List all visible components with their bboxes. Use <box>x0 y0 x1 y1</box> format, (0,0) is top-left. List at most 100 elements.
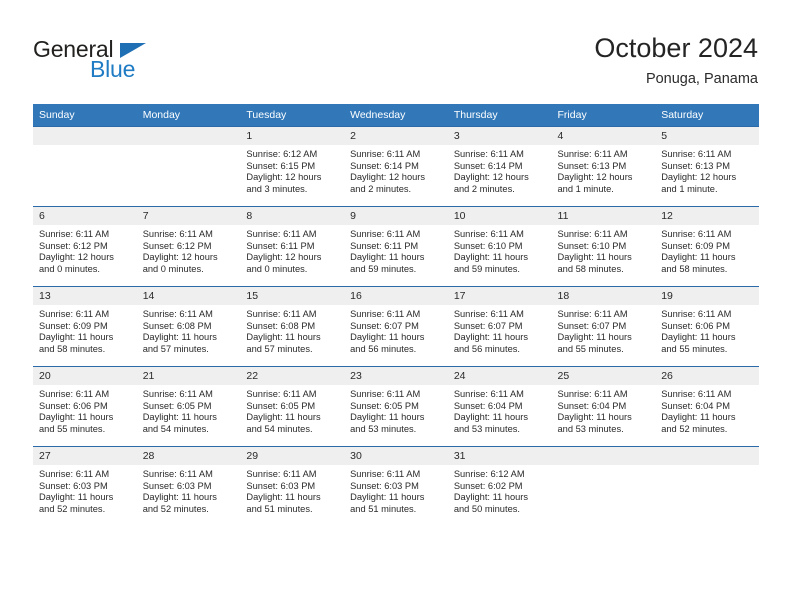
sunset-time: Sunset: 6:05 PM <box>246 400 316 411</box>
title-block: October 2024 Ponuga, Panama <box>594 32 758 88</box>
sunrise-time: Sunrise: 6:11 AM <box>39 309 110 319</box>
calendar-day-cell[interactable]: 16 Sunrise: 6:11 AM Sunset: 6:07 PM Dayligh… <box>344 286 448 367</box>
daylight-duration-line1: Daylight: 11 hours <box>39 332 114 343</box>
day-details: Sunrise: 6:11 AM Sunset: 6:14 PM Daylight:… <box>344 145 448 195</box>
calendar-day-cell[interactable]: 29 Sunrise: 6:11 AM Sunset: 6:03 PM Dayligh… <box>240 446 345 526</box>
weekday-header-tuesday: Tuesday <box>240 104 345 127</box>
calendar-week-row: 27 Sunrise: 6:11 AM Sunset: 6:03 PM Dayligh… <box>33 446 759 526</box>
daylight-duration-line2: and 58 minutes. <box>39 343 106 354</box>
day-number: 14 <box>136 287 241 305</box>
day-details: Sunrise: 6:11 AM Sunset: 6:08 PM Daylight:… <box>240 305 344 355</box>
calendar-day-cell[interactable]: 7 Sunrise: 6:11 AM Sunset: 6:12 PM Daylight… <box>136 206 241 287</box>
sunset-time: Sunset: 6:14 PM <box>350 160 419 171</box>
calendar-day-cell[interactable]: 10 Sunrise: 6:11 AM Sunset: 6:10 PM Dayligh… <box>447 206 552 287</box>
calendar-day-cell[interactable]: 21 Sunrise: 6:11 AM Sunset: 6:05 PM Dayligh… <box>136 366 241 447</box>
sunset-time: Sunset: 6:06 PM <box>39 400 108 411</box>
calendar-day-cell[interactable]: 3 Sunrise: 6:11 AM Sunset: 6:14 PM Daylight… <box>447 126 552 207</box>
daylight-duration-line2: and 56 minutes. <box>350 343 417 354</box>
day-details: Sunrise: 6:11 AM Sunset: 6:09 PM Daylight:… <box>33 305 137 355</box>
day-details: Sunrise: 6:11 AM Sunset: 6:03 PM Daylight:… <box>344 465 448 515</box>
daylight-duration-line1: Daylight: 12 hours <box>557 172 633 183</box>
daylight-duration-line2: and 0 minutes. <box>142 263 204 274</box>
day-number: 17 <box>447 287 552 305</box>
calendar-day-cell[interactable]: 14 Sunrise: 6:11 AM Sunset: 6:08 PM Dayligh… <box>136 286 241 367</box>
daylight-duration-line1: Daylight: 12 hours <box>246 172 322 183</box>
daylight-duration-line1: Daylight: 11 hours <box>661 332 736 343</box>
calendar-day-cell[interactable]: 19 Sunrise: 6:11 AM Sunset: 6:06 PM Dayligh… <box>655 286 759 367</box>
daylight-duration-line1: Daylight: 11 hours <box>142 412 217 423</box>
daylight-duration-line1: Daylight: 12 hours <box>246 252 322 263</box>
calendar-day-cell[interactable]: 11 Sunrise: 6:11 AM Sunset: 6:10 PM Dayligh… <box>551 206 656 287</box>
sunset-time: Sunset: 6:13 PM <box>661 160 730 171</box>
calendar-day-cell[interactable]: 24 Sunrise: 6:11 AM Sunset: 6:04 PM Dayligh… <box>447 366 552 447</box>
calendar-day-cell[interactable]: 8 Sunrise: 6:11 AM Sunset: 6:11 PM Daylight… <box>240 206 345 287</box>
day-details: Sunrise: 6:11 AM Sunset: 6:03 PM Daylight:… <box>240 465 344 515</box>
sunset-time: Sunset: 6:13 PM <box>557 160 627 171</box>
location-subtitle: Ponuga, Panama <box>645 71 758 87</box>
daylight-duration-line1: Daylight: 11 hours <box>142 492 217 503</box>
calendar-day-cell[interactable]: 27 Sunrise: 6:11 AM Sunset: 6:03 PM Dayligh… <box>33 446 137 526</box>
calendar-day-cell[interactable]: 20 Sunrise: 6:11 AM Sunset: 6:06 PM Dayligh… <box>33 366 137 447</box>
day-number: 25 <box>551 367 656 385</box>
day-details: Sunrise: 6:12 AM Sunset: 6:15 PM Daylight:… <box>240 145 344 195</box>
sunset-time: Sunset: 6:12 PM <box>39 240 108 251</box>
general-blue-logo[interactable]: General Blue <box>33 36 263 88</box>
calendar-day-cell[interactable]: 18 Sunrise: 6:11 AM Sunset: 6:07 PM Dayligh… <box>551 286 656 367</box>
daylight-duration-line2: and 58 minutes. <box>557 263 624 274</box>
calendar-day-cell[interactable]: 12 Sunrise: 6:11 AM Sunset: 6:09 PM Dayligh… <box>655 206 759 287</box>
daylight-duration-line2: and 52 minutes. <box>661 423 728 434</box>
day-number: 13 <box>33 287 137 305</box>
daylight-duration-line2: and 53 minutes. <box>453 423 520 434</box>
day-details: Sunrise: 6:11 AM Sunset: 6:12 PM Daylight:… <box>33 225 137 275</box>
day-number: 31 <box>447 447 552 465</box>
sunrise-time: Sunrise: 6:11 AM <box>453 389 524 399</box>
sunrise-time: Sunrise: 6:11 AM <box>142 229 213 239</box>
calendar-week-row: 13 Sunrise: 6:11 AM Sunset: 6:09 PM Dayligh… <box>33 286 759 367</box>
sunrise-time: Sunrise: 6:11 AM <box>557 309 628 319</box>
daylight-duration-line1: Daylight: 12 hours <box>142 252 218 263</box>
day-number: 16 <box>344 287 448 305</box>
weekday-header-wednesday: Wednesday <box>344 104 448 127</box>
daylight-duration-line2: and 3 minutes. <box>246 183 308 194</box>
calendar-day-cell[interactable]: 4 Sunrise: 6:11 AM Sunset: 6:13 PM Daylight… <box>551 126 656 207</box>
sunrise-time: Sunrise: 6:11 AM <box>557 149 628 159</box>
calendar-day-cell[interactable]: 1 Sunrise: 6:12 AM Sunset: 6:15 PM Daylight… <box>240 126 345 207</box>
calendar-day-cell[interactable]: 31 Sunrise: 6:12 AM Sunset: 6:02 PM Dayligh… <box>447 446 552 526</box>
day-number <box>655 447 759 465</box>
day-details: Sunrise: 6:11 AM Sunset: 6:10 PM Daylight:… <box>552 225 656 275</box>
calendar-day-cell[interactable]: 30 Sunrise: 6:11 AM Sunset: 6:03 PM Dayligh… <box>344 446 448 526</box>
calendar-day-cell[interactable]: 15 Sunrise: 6:11 AM Sunset: 6:08 PM Dayligh… <box>240 286 345 367</box>
weekday-header-saturday: Saturday <box>655 104 759 127</box>
calendar-day-cell[interactable]: 13 Sunrise: 6:11 AM Sunset: 6:09 PM Dayligh… <box>33 286 137 367</box>
daylight-duration-line2: and 57 minutes. <box>246 343 313 354</box>
day-details: Sunrise: 6:11 AM Sunset: 6:05 PM Daylight:… <box>240 385 344 435</box>
calendar-day-cell-empty <box>136 126 241 207</box>
calendar-day-cell[interactable]: 6 Sunrise: 6:11 AM Sunset: 6:12 PM Daylight… <box>33 206 137 287</box>
daylight-duration-line2: and 57 minutes. <box>142 343 209 354</box>
day-details: Sunrise: 6:11 AM Sunset: 6:10 PM Daylight:… <box>448 225 552 275</box>
day-number: 1 <box>240 127 345 145</box>
calendar-day-cell-empty <box>551 446 656 526</box>
calendar-day-cell[interactable]: 9 Sunrise: 6:11 AM Sunset: 6:11 PM Daylight… <box>344 206 448 287</box>
calendar-day-cell[interactable]: 28 Sunrise: 6:11 AM Sunset: 6:03 PM Dayligh… <box>136 446 241 526</box>
calendar-day-cell[interactable]: 17 Sunrise: 6:11 AM Sunset: 6:07 PM Dayligh… <box>447 286 552 367</box>
sunrise-time: Sunrise: 6:11 AM <box>557 229 628 239</box>
day-details: Sunrise: 6:11 AM Sunset: 6:13 PM Daylight:… <box>552 145 656 195</box>
calendar-day-cell[interactable]: 26 Sunrise: 6:11 AM Sunset: 6:04 PM Dayligh… <box>655 366 759 447</box>
sunrise-time: Sunrise: 6:11 AM <box>142 309 213 319</box>
day-number: 29 <box>240 447 345 465</box>
sunset-time: Sunset: 6:07 PM <box>350 320 419 331</box>
day-details: Sunrise: 6:11 AM Sunset: 6:12 PM Daylight:… <box>137 225 241 275</box>
sunset-time: Sunset: 6:03 PM <box>350 480 419 491</box>
weekday-header-sunday: Sunday <box>33 104 137 127</box>
calendar-day-cell[interactable]: 23 Sunrise: 6:11 AM Sunset: 6:05 PM Dayligh… <box>344 366 448 447</box>
calendar-day-cell[interactable]: 2 Sunrise: 6:11 AM Sunset: 6:14 PM Daylight… <box>344 126 448 207</box>
calendar-day-cell[interactable]: 5 Sunrise: 6:11 AM Sunset: 6:13 PM Daylight… <box>655 126 759 207</box>
sunrise-time: Sunrise: 6:11 AM <box>557 389 628 399</box>
calendar-week-row: 20 Sunrise: 6:11 AM Sunset: 6:06 PM Dayligh… <box>33 366 759 447</box>
day-number: 19 <box>655 287 759 305</box>
calendar-day-cell[interactable]: 22 Sunrise: 6:11 AM Sunset: 6:05 PM Dayligh… <box>240 366 345 447</box>
calendar-day-cell[interactable]: 25 Sunrise: 6:11 AM Sunset: 6:04 PM Dayligh… <box>551 366 656 447</box>
sunset-time: Sunset: 6:03 PM <box>39 480 108 491</box>
daylight-duration-line1: Daylight: 11 hours <box>453 252 529 263</box>
